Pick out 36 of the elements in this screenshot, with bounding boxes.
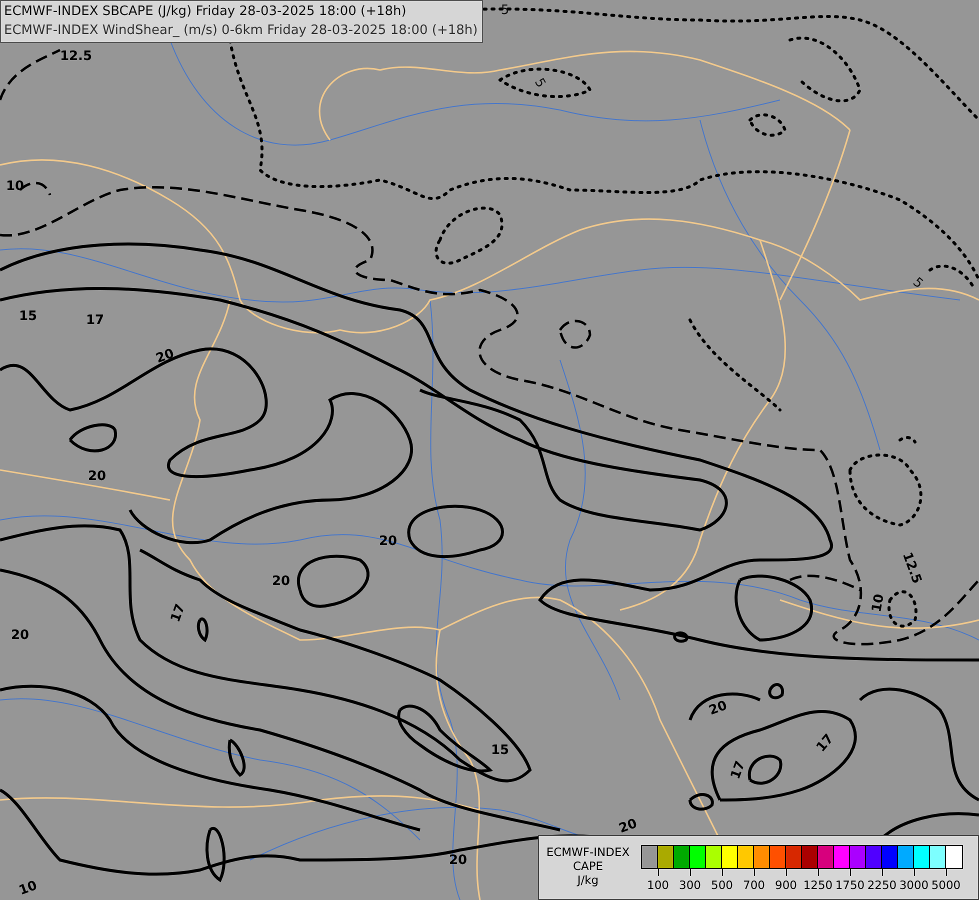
contour-label: 17 <box>728 759 749 782</box>
legend-tick-label: 1750 <box>835 878 865 892</box>
contour-label: 5 <box>531 76 548 91</box>
contour-label: 17 <box>814 732 837 756</box>
contour-label: 5 <box>500 3 510 18</box>
legend-tick-label: 300 <box>679 878 701 892</box>
legend-tick-label: 700 <box>743 878 765 892</box>
contour-label: 20 <box>10 628 30 643</box>
contour-label: 20 <box>378 534 398 549</box>
contour-label: 20 <box>617 816 640 837</box>
legend-tick-label: 2250 <box>867 878 897 892</box>
legend-tick-label: 1250 <box>803 878 833 892</box>
legend-tick-label: 100 <box>647 878 669 892</box>
contour-label: 20 <box>88 469 106 484</box>
legend-title: CAPE <box>572 859 604 873</box>
contour-label: 20 <box>154 346 176 367</box>
contour-label: 15 <box>18 309 38 324</box>
legend-tick-label: 900 <box>775 878 797 892</box>
legend-tick-label: 3000 <box>899 878 929 892</box>
contour-label: 17 <box>86 313 104 328</box>
contour-label: 10 <box>870 592 888 614</box>
contour-label: 12.5 <box>899 550 924 586</box>
contour-label: 15 <box>490 743 510 758</box>
contour-label: 20 <box>448 853 468 868</box>
contour-label: 20 <box>707 698 730 719</box>
contour-label: 12.5 <box>60 49 92 64</box>
legend-title: J/kg <box>577 873 599 887</box>
contour-label: 20 <box>272 574 290 589</box>
legend-tick-label: 500 <box>711 878 733 892</box>
legend-title: ECMWF-INDEX <box>546 845 630 859</box>
contour-label: 10 <box>17 878 40 899</box>
contour-label: 17 <box>168 602 189 624</box>
contour-label: 5 <box>910 274 926 292</box>
legend-tick-label: 5000 <box>931 878 961 892</box>
map-title: ECMWF-INDEX WindShear_ (m/s) 0-6km Friday 28-03-2025 18:00 (+18h) <box>4 22 478 40</box>
map-title: ECMWF-INDEX SBCAPE (J/kg) Friday 28-03-2025 18:00 (+18h) <box>4 3 408 21</box>
